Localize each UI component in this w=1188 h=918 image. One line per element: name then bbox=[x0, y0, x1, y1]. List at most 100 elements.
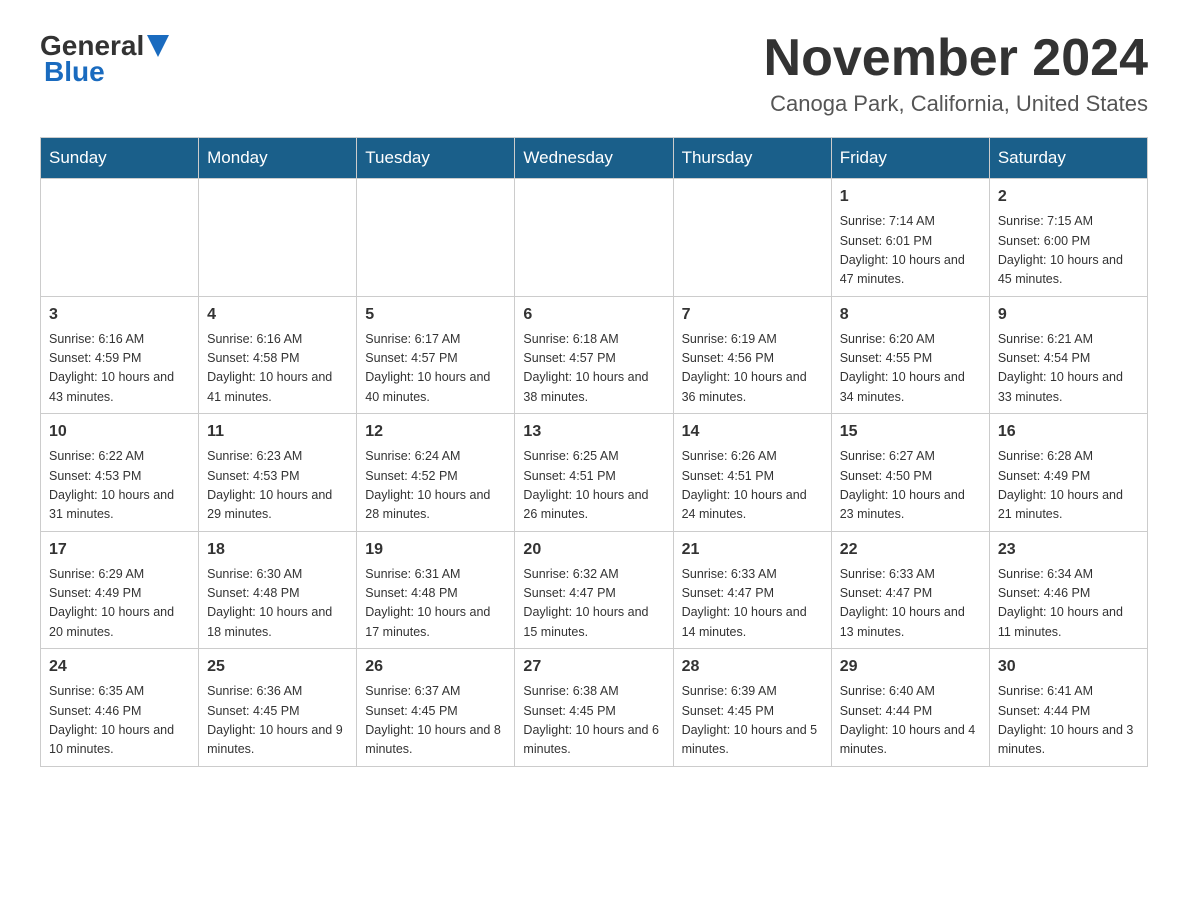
calendar-cell: 6 Sunrise: 6:18 AM Sunset: 4:57 PM Daylig… bbox=[515, 296, 673, 414]
day-number: 21 bbox=[682, 538, 823, 562]
cell-content: 24Sunrise: 6:35 AM Sunset: 4:46 PM Dayli… bbox=[49, 655, 190, 760]
day-info: Sunrise: 6:34 AM Sunset: 4:46 PM Dayligh… bbox=[998, 565, 1139, 643]
cell-content: 14Sunrise: 6:26 AM Sunset: 4:51 PM Dayli… bbox=[682, 420, 823, 525]
calendar-cell: 2 Sunrise: 7:15 AM Sunset: 6:00 PM Daylig… bbox=[989, 179, 1147, 297]
day-info: Sunrise: 6:26 AM Sunset: 4:51 PM Dayligh… bbox=[682, 447, 823, 525]
day-info: Sunrise: 6:16 AM Sunset: 4:59 PM Dayligh… bbox=[49, 330, 190, 408]
week-row-3: 10 Sunrise: 6:22 AM Sunset: 4:53 PM Dayli… bbox=[41, 414, 1148, 532]
calendar-cell bbox=[673, 179, 831, 297]
day-number: 28 bbox=[682, 655, 823, 679]
cell-content: 10 Sunrise: 6:22 AM Sunset: 4:53 PM Dayli… bbox=[49, 420, 190, 525]
day-number: 4 bbox=[207, 303, 348, 327]
calendar-cell: 9 Sunrise: 6:21 AM Sunset: 4:54 PM Daylig… bbox=[989, 296, 1147, 414]
calendar-cell: 25Sunrise: 6:36 AM Sunset: 4:45 PM Dayli… bbox=[199, 649, 357, 767]
day-info: Sunrise: 6:31 AM Sunset: 4:48 PM Dayligh… bbox=[365, 565, 506, 643]
calendar-cell: 29Sunrise: 6:40 AM Sunset: 4:44 PM Dayli… bbox=[831, 649, 989, 767]
calendar-cell: 21 Sunrise: 6:33 AM Sunset: 4:47 PM Dayli… bbox=[673, 531, 831, 649]
calendar-cell bbox=[41, 179, 199, 297]
day-number: 12 bbox=[365, 420, 506, 444]
logo-triangle-icon bbox=[147, 35, 169, 57]
day-info: Sunrise: 6:25 AM Sunset: 4:51 PM Dayligh… bbox=[523, 447, 664, 525]
day-number: 13 bbox=[523, 420, 664, 444]
day-info: Sunrise: 6:29 AM Sunset: 4:49 PM Dayligh… bbox=[49, 565, 190, 643]
month-title: November 2024 bbox=[764, 30, 1148, 87]
cell-content: 22 Sunrise: 6:33 AM Sunset: 4:47 PM Dayli… bbox=[840, 538, 981, 643]
calendar-cell: 13 Sunrise: 6:25 AM Sunset: 4:51 PM Dayli… bbox=[515, 414, 673, 532]
calendar-cell: 22 Sunrise: 6:33 AM Sunset: 4:47 PM Dayli… bbox=[831, 531, 989, 649]
cell-content: 29Sunrise: 6:40 AM Sunset: 4:44 PM Dayli… bbox=[840, 655, 981, 760]
day-info: Sunrise: 6:39 AM Sunset: 4:45 PM Dayligh… bbox=[682, 682, 823, 760]
day-number: 5 bbox=[365, 303, 506, 327]
day-number: 7 bbox=[682, 303, 823, 327]
week-row-5: 24Sunrise: 6:35 AM Sunset: 4:46 PM Dayli… bbox=[41, 649, 1148, 767]
calendar-cell: 20 Sunrise: 6:32 AM Sunset: 4:47 PM Dayli… bbox=[515, 531, 673, 649]
cell-content: 19Sunrise: 6:31 AM Sunset: 4:48 PM Dayli… bbox=[365, 538, 506, 643]
calendar-cell: 18Sunrise: 6:30 AM Sunset: 4:48 PM Dayli… bbox=[199, 531, 357, 649]
day-number: 2 bbox=[998, 185, 1139, 209]
day-info: Sunrise: 6:33 AM Sunset: 4:47 PM Dayligh… bbox=[840, 565, 981, 643]
calendar-cell bbox=[515, 179, 673, 297]
day-info: Sunrise: 6:33 AM Sunset: 4:47 PM Dayligh… bbox=[682, 565, 823, 643]
day-info: Sunrise: 6:36 AM Sunset: 4:45 PM Dayligh… bbox=[207, 682, 348, 760]
calendar-cell: 3 Sunrise: 6:16 AM Sunset: 4:59 PM Daylig… bbox=[41, 296, 199, 414]
cell-content: 7 Sunrise: 6:19 AM Sunset: 4:56 PM Daylig… bbox=[682, 303, 823, 408]
cell-content: 12 Sunrise: 6:24 AM Sunset: 4:52 PM Dayli… bbox=[365, 420, 506, 525]
cell-content: 13 Sunrise: 6:25 AM Sunset: 4:51 PM Dayli… bbox=[523, 420, 664, 525]
day-number: 10 bbox=[49, 420, 190, 444]
day-info: Sunrise: 6:24 AM Sunset: 4:52 PM Dayligh… bbox=[365, 447, 506, 525]
cell-content: 17Sunrise: 6:29 AM Sunset: 4:49 PM Dayli… bbox=[49, 538, 190, 643]
calendar-body: 1Sunrise: 7:14 AM Sunset: 6:01 PM Daylig… bbox=[41, 179, 1148, 767]
cell-content: 25Sunrise: 6:36 AM Sunset: 4:45 PM Dayli… bbox=[207, 655, 348, 760]
day-info: Sunrise: 6:35 AM Sunset: 4:46 PM Dayligh… bbox=[49, 682, 190, 760]
day-number: 11 bbox=[207, 420, 348, 444]
calendar-cell: 28 Sunrise: 6:39 AM Sunset: 4:45 PM Dayli… bbox=[673, 649, 831, 767]
calendar-cell: 7 Sunrise: 6:19 AM Sunset: 4:56 PM Daylig… bbox=[673, 296, 831, 414]
day-number: 16 bbox=[998, 420, 1139, 444]
day-number: 20 bbox=[523, 538, 664, 562]
cell-content: 23 Sunrise: 6:34 AM Sunset: 4:46 PM Dayli… bbox=[998, 538, 1139, 643]
cell-content: 2 Sunrise: 7:15 AM Sunset: 6:00 PM Daylig… bbox=[998, 185, 1139, 290]
day-info: Sunrise: 6:32 AM Sunset: 4:47 PM Dayligh… bbox=[523, 565, 664, 643]
day-info: Sunrise: 6:16 AM Sunset: 4:58 PM Dayligh… bbox=[207, 330, 348, 408]
day-number: 22 bbox=[840, 538, 981, 562]
header-saturday: Saturday bbox=[989, 138, 1147, 179]
day-number: 23 bbox=[998, 538, 1139, 562]
day-info: Sunrise: 6:19 AM Sunset: 4:56 PM Dayligh… bbox=[682, 330, 823, 408]
calendar-cell: 14Sunrise: 6:26 AM Sunset: 4:51 PM Dayli… bbox=[673, 414, 831, 532]
calendar-cell: 4 Sunrise: 6:16 AM Sunset: 4:58 PM Daylig… bbox=[199, 296, 357, 414]
day-number: 1 bbox=[840, 185, 981, 209]
calendar-cell: 1Sunrise: 7:14 AM Sunset: 6:01 PM Daylig… bbox=[831, 179, 989, 297]
day-info: Sunrise: 6:28 AM Sunset: 4:49 PM Dayligh… bbox=[998, 447, 1139, 525]
day-number: 9 bbox=[998, 303, 1139, 327]
cell-content: 21 Sunrise: 6:33 AM Sunset: 4:47 PM Dayli… bbox=[682, 538, 823, 643]
header-thursday: Thursday bbox=[673, 138, 831, 179]
day-info: Sunrise: 7:15 AM Sunset: 6:00 PM Dayligh… bbox=[998, 212, 1139, 290]
day-number: 6 bbox=[523, 303, 664, 327]
day-info: Sunrise: 6:27 AM Sunset: 4:50 PM Dayligh… bbox=[840, 447, 981, 525]
calendar-cell: 10 Sunrise: 6:22 AM Sunset: 4:53 PM Dayli… bbox=[41, 414, 199, 532]
day-info: Sunrise: 6:18 AM Sunset: 4:57 PM Dayligh… bbox=[523, 330, 664, 408]
day-number: 27 bbox=[523, 655, 664, 679]
header-tuesday: Tuesday bbox=[357, 138, 515, 179]
logo-area: General Blue bbox=[40, 30, 170, 88]
cell-content: 3 Sunrise: 6:16 AM Sunset: 4:59 PM Daylig… bbox=[49, 303, 190, 408]
cell-content: 26Sunrise: 6:37 AM Sunset: 4:45 PM Dayli… bbox=[365, 655, 506, 760]
day-info: Sunrise: 6:21 AM Sunset: 4:54 PM Dayligh… bbox=[998, 330, 1139, 408]
cell-content: 20 Sunrise: 6:32 AM Sunset: 4:47 PM Dayli… bbox=[523, 538, 664, 643]
title-area: November 2024 Canoga Park, California, U… bbox=[764, 30, 1148, 117]
day-number: 3 bbox=[49, 303, 190, 327]
calendar-cell bbox=[199, 179, 357, 297]
cell-content: 4 Sunrise: 6:16 AM Sunset: 4:58 PM Daylig… bbox=[207, 303, 348, 408]
cell-content: 6 Sunrise: 6:18 AM Sunset: 4:57 PM Daylig… bbox=[523, 303, 664, 408]
cell-content: 15Sunrise: 6:27 AM Sunset: 4:50 PM Dayli… bbox=[840, 420, 981, 525]
day-info: Sunrise: 6:37 AM Sunset: 4:45 PM Dayligh… bbox=[365, 682, 506, 760]
day-info: Sunrise: 6:30 AM Sunset: 4:48 PM Dayligh… bbox=[207, 565, 348, 643]
calendar-cell: 8Sunrise: 6:20 AM Sunset: 4:55 PM Daylig… bbox=[831, 296, 989, 414]
day-info: Sunrise: 6:22 AM Sunset: 4:53 PM Dayligh… bbox=[49, 447, 190, 525]
week-row-2: 3 Sunrise: 6:16 AM Sunset: 4:59 PM Daylig… bbox=[41, 296, 1148, 414]
cell-content: 5Sunrise: 6:17 AM Sunset: 4:57 PM Daylig… bbox=[365, 303, 506, 408]
calendar-cell: 23 Sunrise: 6:34 AM Sunset: 4:46 PM Dayli… bbox=[989, 531, 1147, 649]
cell-content: 16 Sunrise: 6:28 AM Sunset: 4:49 PM Dayli… bbox=[998, 420, 1139, 525]
calendar-cell: 30Sunrise: 6:41 AM Sunset: 4:44 PM Dayli… bbox=[989, 649, 1147, 767]
calendar-header: SundayMondayTuesdayWednesdayThursdayFrid… bbox=[41, 138, 1148, 179]
